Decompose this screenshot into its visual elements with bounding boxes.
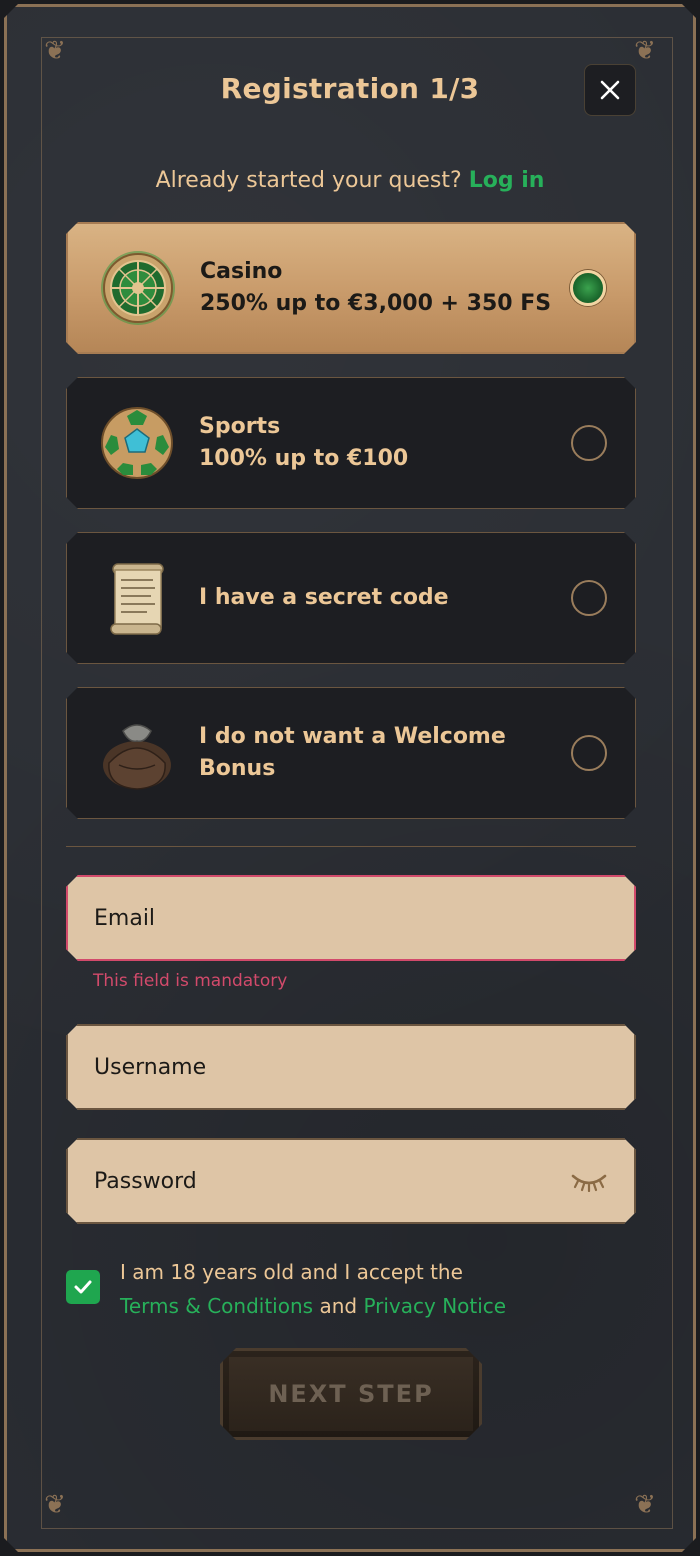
username-field[interactable]: Username [66, 1024, 636, 1110]
password-field[interactable]: Password [66, 1138, 636, 1224]
divider [66, 846, 636, 847]
corner-ornament-icon: ❦ [634, 36, 656, 66]
bonus-option-no-bonus[interactable]: I do not want a Welcome Bonus [66, 687, 636, 819]
bonus-option-casino[interactable]: Casino 250% up to €3,000 + 350 FS [66, 222, 636, 354]
bonus-option-offer: 100% up to €100 [199, 446, 409, 471]
radio-unselected[interactable] [571, 580, 607, 616]
bonus-option-title: I do not want a Welcome Bonus [199, 724, 506, 781]
roulette-icon [98, 248, 178, 328]
password-placeholder: Password [94, 1168, 197, 1194]
pouch-icon [97, 713, 177, 793]
bonus-option-label: Sports 100% up to €100 [199, 411, 571, 475]
email-placeholder: Email [94, 905, 156, 931]
football-icon [97, 403, 177, 483]
login-link[interactable]: Log in [469, 168, 545, 193]
corner-ornament-icon: ❦ [44, 36, 66, 66]
bonus-option-label: I have a secret code [199, 582, 571, 614]
email-error-message: This field is mandatory [93, 971, 288, 991]
login-prompt-text: Already started your quest? [155, 168, 462, 193]
radio-unselected[interactable] [571, 425, 607, 461]
username-placeholder: Username [94, 1054, 207, 1080]
bonus-option-title: I have a secret code [199, 585, 449, 610]
radio-selected[interactable] [570, 270, 606, 306]
corner-ornament-icon: ❦ [44, 1490, 66, 1520]
close-icon [600, 80, 620, 100]
age-consent-checkbox[interactable] [66, 1270, 100, 1304]
bonus-option-label: Casino 250% up to €3,000 + 350 FS [200, 256, 570, 320]
terms-link[interactable]: Terms & Conditions [120, 1294, 313, 1318]
login-prompt: Already started your quest? Log in [0, 168, 700, 193]
privacy-link[interactable]: Privacy Notice [363, 1294, 506, 1318]
bonus-option-title: Sports [199, 414, 281, 439]
bonus-option-sports[interactable]: Sports 100% up to €100 [66, 377, 636, 509]
eye-closed-icon[interactable] [570, 1170, 608, 1192]
bonus-option-secret-code[interactable]: I have a secret code [66, 532, 636, 664]
radio-unselected[interactable] [571, 735, 607, 771]
close-button[interactable] [584, 64, 636, 116]
scroll-icon [97, 558, 177, 638]
consent-text: I am 18 years old and I accept the Terms… [120, 1255, 580, 1323]
corner-ornament-icon: ❦ [634, 1490, 656, 1520]
bonus-option-title: Casino [200, 259, 283, 284]
email-field[interactable]: Email [66, 875, 636, 961]
consent-text-main: I am 18 years old and I accept the [120, 1260, 463, 1284]
checkmark-icon [74, 1280, 92, 1294]
bonus-option-offer: 250% up to €3,000 + 350 FS [200, 291, 552, 316]
consent-and: and [319, 1294, 358, 1318]
bonus-option-label: I do not want a Welcome Bonus [199, 721, 571, 785]
next-step-button[interactable]: NEXT STEP [220, 1348, 482, 1440]
